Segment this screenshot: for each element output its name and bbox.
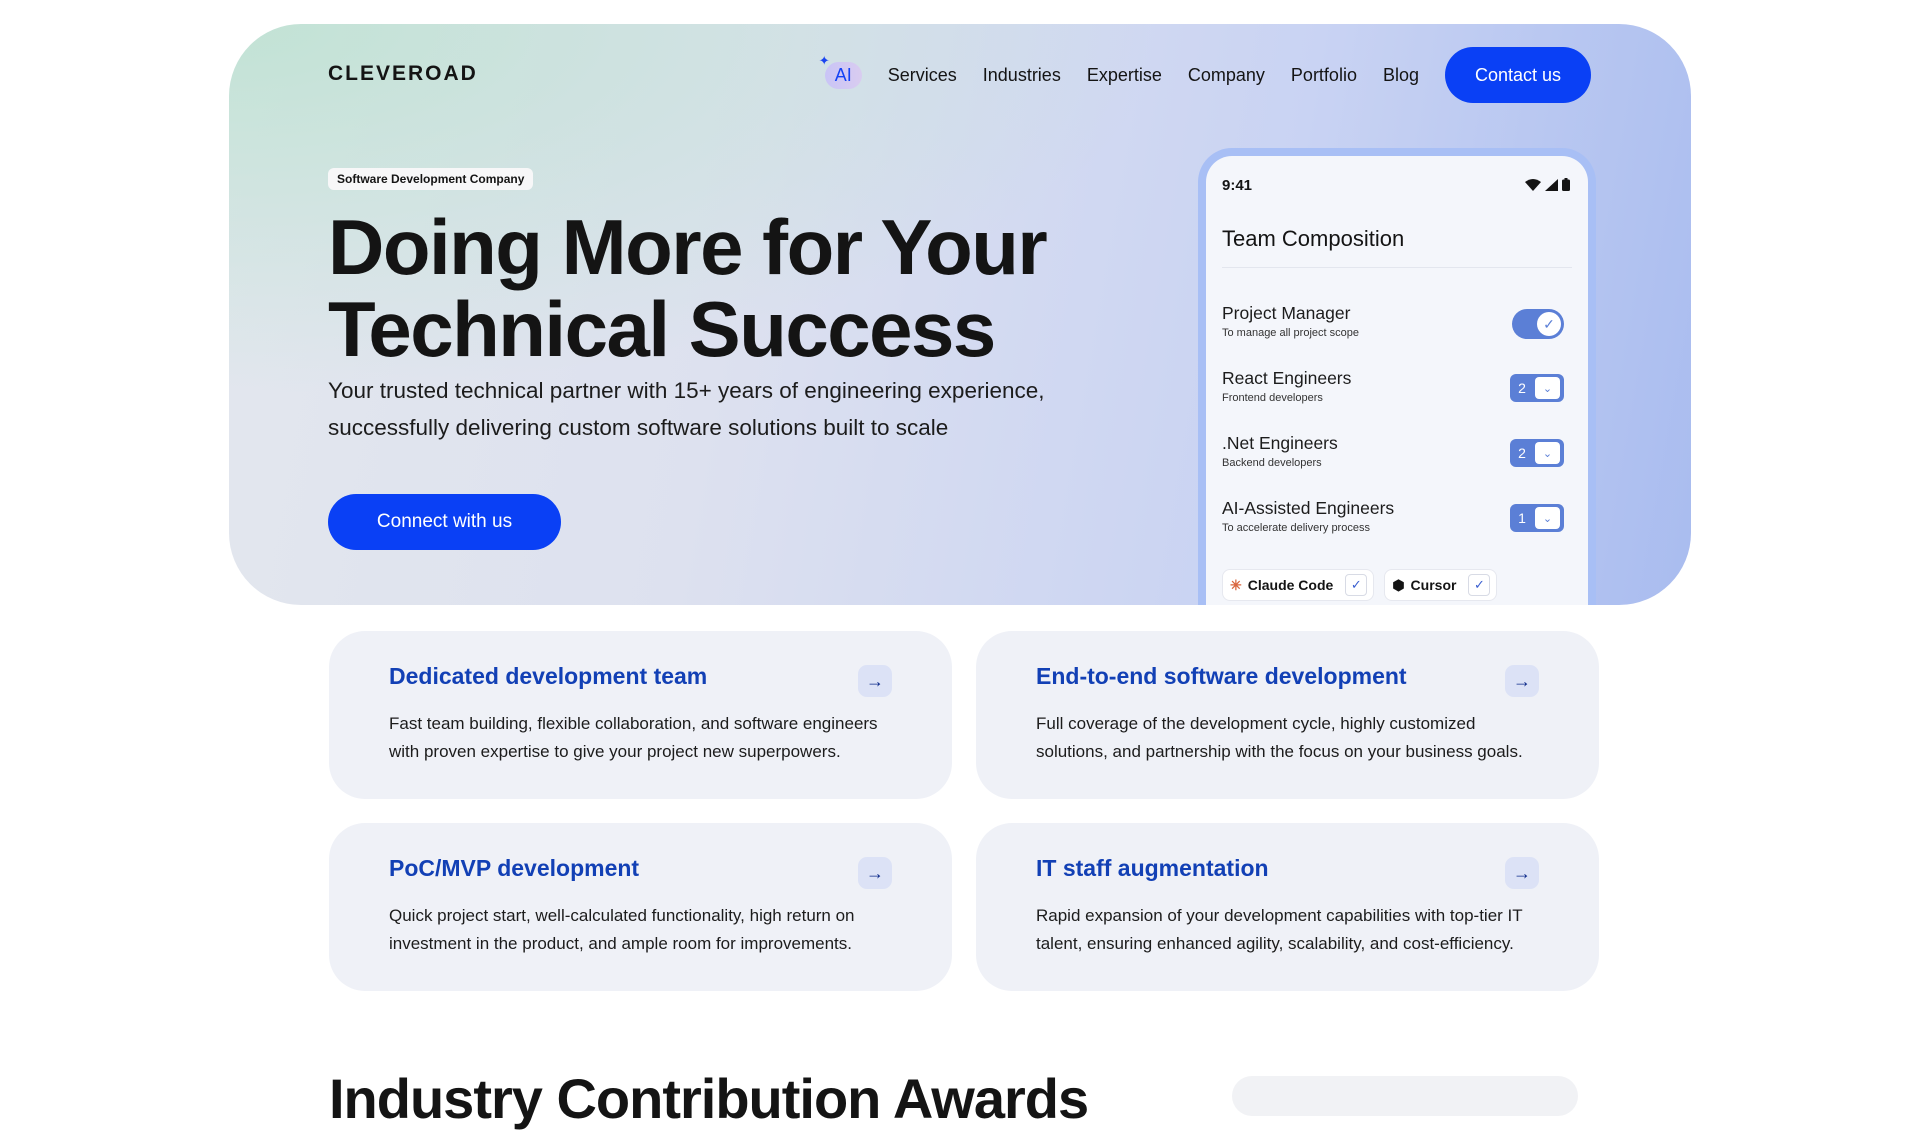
check-icon: ✓ (1468, 574, 1491, 596)
nav-item-blog[interactable]: Blog (1383, 65, 1419, 86)
arrow-right-icon[interactable]: → (858, 857, 892, 889)
team-row-net-engineers: .Net Engineers Backend developers 2 ⌄ (1222, 433, 1564, 477)
chevron-down-icon: ⌄ (1535, 377, 1560, 399)
status-icons (1525, 178, 1570, 191)
card-description: Full coverage of the development cycle, … (1036, 714, 1523, 761)
net-engineers-count-select[interactable]: 2 ⌄ (1510, 439, 1564, 467)
arrow-right-icon[interactable]: → (1505, 665, 1539, 697)
react-engineers-count-select[interactable]: 2 ⌄ (1510, 374, 1564, 402)
tool-claude-code[interactable]: ✳ Claude Code ✓ (1222, 569, 1375, 601)
tool-cursor[interactable]: ⬢ Cursor ✓ (1384, 569, 1498, 601)
team-row-ai-assisted-engineers: AI-Assisted Engineers To accelerate deli… (1222, 498, 1564, 542)
company-type-badge: Software Development Company (328, 168, 534, 190)
card-title: End-to-end software development (1036, 663, 1407, 689)
ai-engineers-count-select[interactable]: 1 ⌄ (1510, 504, 1564, 532)
tool-label: Cursor (1410, 577, 1457, 593)
card-description: Quick project start, well-calculated fun… (389, 906, 855, 953)
count-value: 2 (1518, 380, 1526, 396)
team-composition-mockup: 9:41 Team Composition Project Manager To… (1198, 148, 1596, 605)
cursor-icon: ⬢ (1392, 576, 1405, 593)
check-icon: ✓ (1345, 574, 1368, 596)
card-title: PoC/MVP development (389, 855, 640, 881)
nav-item-portfolio[interactable]: Portfolio (1291, 65, 1357, 86)
hero-section: CLEVEROAD ✦ AI Services Industries Exper… (229, 24, 1691, 605)
signal-icon (1545, 178, 1558, 191)
tool-label: Claude Code (1247, 577, 1334, 593)
awards-section-heading: Industry Contribution Awards (329, 1067, 1089, 1130)
nav-item-company[interactable]: Company (1188, 65, 1265, 86)
contact-us-button[interactable]: Contact us (1445, 47, 1591, 103)
count-value: 2 (1518, 445, 1526, 461)
nav-item-industries[interactable]: Industries (983, 65, 1061, 86)
wifi-icon (1525, 178, 1541, 191)
nav-ai-label: AI (834, 64, 852, 85)
status-time: 9:41 (1222, 177, 1253, 194)
sparkle-icon: ✦ (818, 52, 830, 68)
panel-title: Team Composition (1222, 226, 1405, 251)
panel-divider (1222, 267, 1572, 268)
main-nav: ✦ AI Services Industries Expertise Compa… (819, 47, 1591, 103)
service-card-dedicated-team[interactable]: Dedicated development team → Fast team b… (329, 631, 952, 799)
nav-item-expertise[interactable]: Expertise (1087, 65, 1162, 86)
team-row-project-manager: Project Manager To manage all project sc… (1222, 303, 1564, 347)
battery-icon (1562, 178, 1570, 191)
ai-tools-list: ✳ Claude Code ✓ ⬢ Cursor ✓ (1222, 569, 1498, 601)
card-title: Dedicated development team (389, 663, 708, 689)
hero-headline: Doing More for Your Technical Success (328, 206, 1148, 370)
nav-item-ai[interactable]: ✦ AI (819, 53, 862, 89)
headline-line-1: Doing More for Your (328, 203, 1048, 291)
card-title: IT staff augmentation (1036, 855, 1269, 881)
claude-icon: ✳ (1230, 576, 1242, 593)
awards-section-panel (1232, 1076, 1578, 1116)
check-icon: ✓ (1537, 312, 1561, 336)
nav-item-services[interactable]: Services (888, 65, 957, 86)
hero-subheadline: Your trusted technical partner with 15+ … (328, 378, 1045, 440)
service-card-staff-augmentation[interactable]: IT staff augmentation → Rapid expansion … (976, 823, 1599, 991)
headline-line-2: Technical Success (328, 285, 996, 373)
card-description: Rapid expansion of your development capa… (1036, 906, 1523, 953)
project-manager-toggle[interactable]: ✓ (1512, 309, 1564, 339)
team-row-react-engineers: React Engineers Frontend developers 2 ⌄ (1222, 368, 1564, 412)
arrow-right-icon[interactable]: → (1505, 857, 1539, 889)
service-card-end-to-end[interactable]: End-to-end software development → Full c… (976, 631, 1599, 799)
service-card-poc-mvp[interactable]: PoC/MVP development → Quick project star… (329, 823, 952, 991)
phone-screen: 9:41 Team Composition Project Manager To… (1206, 156, 1588, 605)
card-description: Fast team building, flexible collaborati… (389, 714, 878, 761)
chevron-down-icon: ⌄ (1535, 442, 1560, 464)
chevron-down-icon: ⌄ (1535, 507, 1560, 529)
arrow-right-icon[interactable]: → (858, 665, 892, 697)
connect-with-us-button[interactable]: Connect with us (328, 494, 561, 550)
site-logo[interactable]: CLEVEROAD (328, 62, 478, 86)
count-value: 1 (1518, 510, 1526, 526)
